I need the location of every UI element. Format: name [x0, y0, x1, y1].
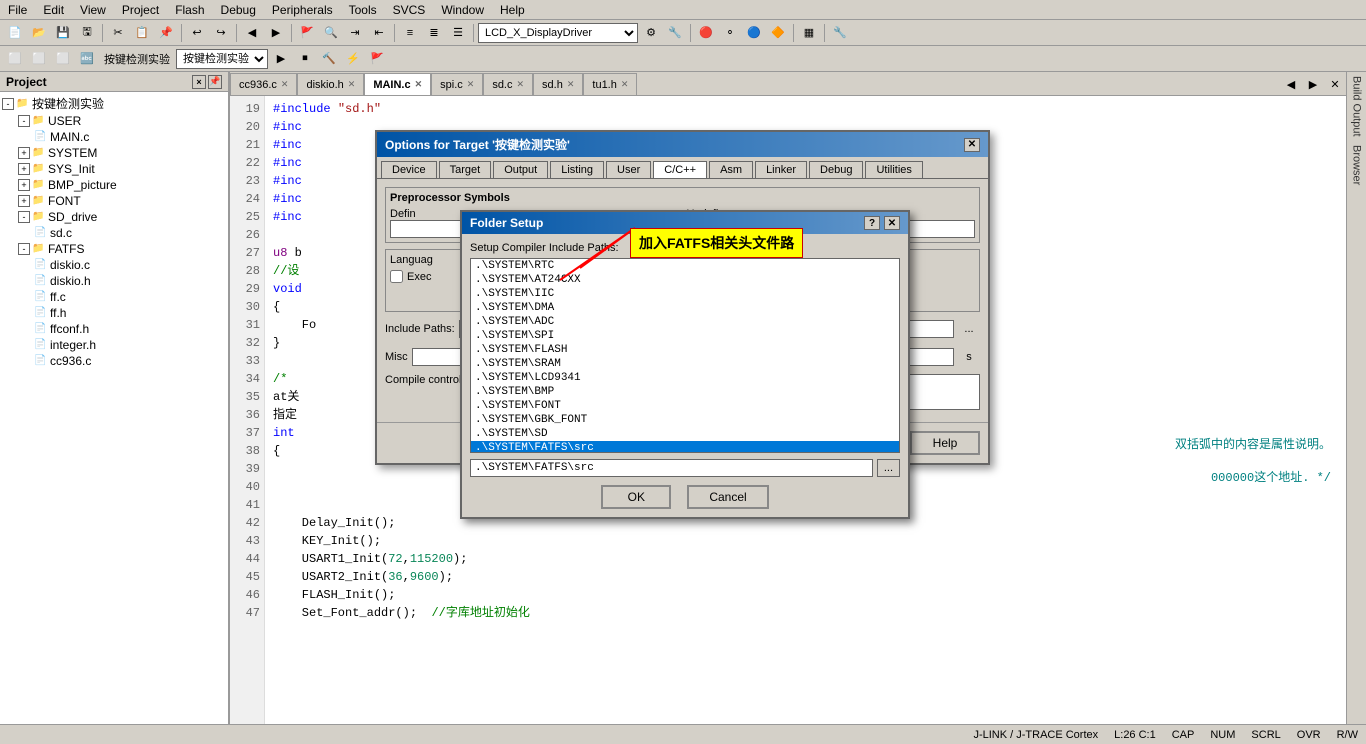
- exec-checkbox[interactable]: [390, 270, 403, 283]
- folder-cancel-btn[interactable]: Cancel: [687, 485, 768, 509]
- folder-input-row: ...: [470, 459, 900, 477]
- folder-path-input[interactable]: [470, 459, 873, 477]
- misc-label: Misc: [385, 351, 408, 363]
- preproc-title: Preprocessor Symbols: [390, 192, 975, 204]
- path-item-3[interactable]: .\SYSTEM\DMA: [471, 301, 899, 315]
- path-item-11[interactable]: .\SYSTEM\GBK_FONT: [471, 413, 899, 427]
- options-dialog-title: Options for Target '按键检测实验' ✕: [377, 132, 988, 157]
- path-item-8[interactable]: .\SYSTEM\LCD9341: [471, 371, 899, 385]
- tab-asm[interactable]: Asm: [709, 161, 753, 178]
- options-dialog-title-text: Options for Target '按键检测实验': [385, 136, 570, 153]
- tab-cc[interactable]: C/C++: [653, 161, 707, 178]
- path-item-6[interactable]: .\SYSTEM\FLASH: [471, 343, 899, 357]
- callout: 加入FATFS相关头文件路: [630, 228, 803, 258]
- exec-label: Exec: [407, 271, 431, 283]
- folder-dialog-title-text: Folder Setup: [470, 216, 543, 230]
- misc-btn[interactable]: s: [958, 346, 980, 368]
- folder-btn-row: OK Cancel: [470, 485, 900, 509]
- folder-ok-btn[interactable]: OK: [601, 485, 671, 509]
- folder-help-btn[interactable]: ?: [864, 216, 880, 230]
- tab-user[interactable]: User: [606, 161, 651, 178]
- include-browse-btn[interactable]: ...: [958, 318, 980, 340]
- path-item-7[interactable]: .\SYSTEM\SRAM: [471, 357, 899, 371]
- folder-title-btns: ? ✕: [864, 216, 900, 230]
- tab-device[interactable]: Device: [381, 161, 437, 178]
- path-item-13[interactable]: .\SYSTEM\FATFS\src: [471, 441, 899, 453]
- tab-linker[interactable]: Linker: [755, 161, 807, 178]
- tab-utilities[interactable]: Utilities: [865, 161, 922, 178]
- path-item-12[interactable]: .\SYSTEM\SD: [471, 427, 899, 441]
- path-item-9[interactable]: .\SYSTEM\BMP: [471, 385, 899, 399]
- right-comment-2: 000000这个地址. */: [1211, 468, 1331, 485]
- right-comment-1: 双括弧中的内容是属性说明。: [1175, 435, 1331, 452]
- tab-listing[interactable]: Listing: [550, 161, 604, 178]
- folder-browse-btn[interactable]: ...: [877, 459, 900, 477]
- path-item-4[interactable]: .\SYSTEM\ADC: [471, 315, 899, 329]
- dialog-overlay: Options for Target '按键检测实验' ✕ Device Tar…: [0, 0, 1366, 744]
- path-item-5[interactable]: .\SYSTEM\SPI: [471, 329, 899, 343]
- folder-path-list[interactable]: .\SYSTEM\RTC .\SYSTEM\AT24CXX .\SYSTEM\I…: [470, 258, 900, 453]
- tab-target[interactable]: Target: [439, 161, 492, 178]
- path-item-1[interactable]: .\SYSTEM\AT24CXX: [471, 273, 899, 287]
- options-dialog-tabs: Device Target Output Listing User C/C++ …: [377, 157, 988, 178]
- folder-close-btn[interactable]: ✕: [884, 216, 900, 230]
- folder-dialog-body: Setup Compiler Include Paths: .\SYSTEM\R…: [462, 234, 908, 517]
- tab-output[interactable]: Output: [493, 161, 548, 178]
- path-item-2[interactable]: .\SYSTEM\IIC: [471, 287, 899, 301]
- path-item-0[interactable]: .\SYSTEM\RTC: [471, 259, 899, 273]
- include-label: Include Paths:: [385, 323, 455, 335]
- options-help-btn[interactable]: Help: [910, 431, 980, 455]
- tab-debug[interactable]: Debug: [809, 161, 863, 178]
- path-item-10[interactable]: .\SYSTEM\FONT: [471, 399, 899, 413]
- options-dialog-close-btn[interactable]: ✕: [964, 138, 980, 152]
